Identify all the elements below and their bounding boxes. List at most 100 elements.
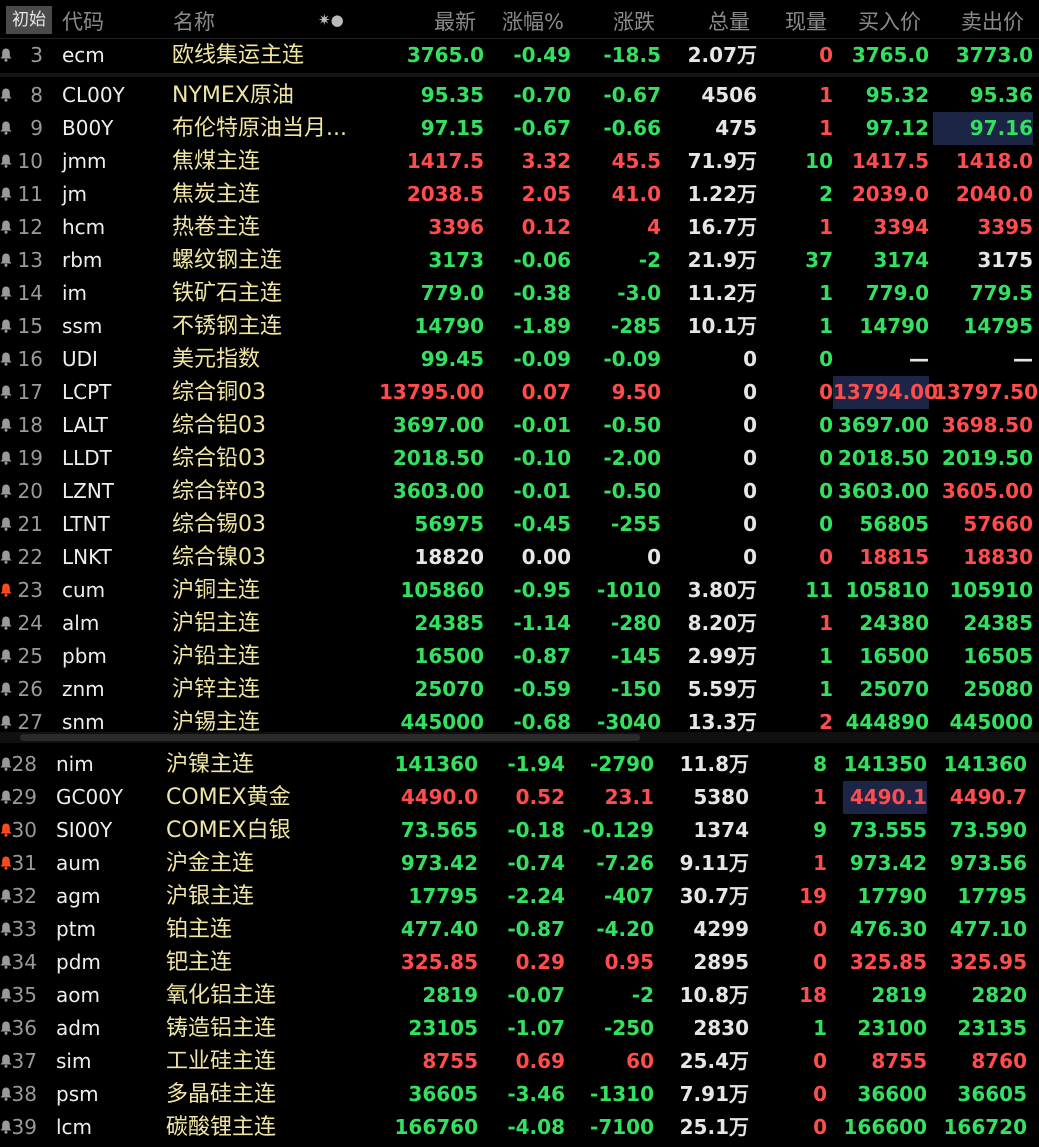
row-index: 31 [11,851,37,875]
table-row[interactable]: 33 ptm 铂主连 477.40 -0.87 -4.20 4299 0 476.30 477.1… [0,913,1039,946]
table-row[interactable]: 23 cum 沪铜主连 105860 -0.95 -1010 3.80万 11 105810 10… [0,574,1039,607]
table-row[interactable]: 12 hcm 热卷主连 3396 0.12 4 16.7万 1 3394 3395 [0,211,1039,244]
bell-icon[interactable] [0,220,12,234]
bell-icon[interactable] [0,418,12,432]
table-row[interactable]: 13 rbm 螺纹钢主连 3173 -0.06 -2 21.9万 37 3174 3175 [0,244,1039,277]
table-row[interactable]: 28 nim 沪镍主连 141360 -1.94 -2790 11.8万 8 141350 141… [0,748,1039,781]
col-chg-header[interactable]: 涨跌 [613,6,655,36]
bell-icon[interactable] [0,121,12,135]
bell-icon[interactable] [0,823,12,837]
bell-icon[interactable] [0,649,12,663]
bell-icon[interactable] [0,955,12,969]
bell-icon[interactable] [0,715,12,729]
table-row[interactable]: 10 jmm 焦煤主连 1417.5 3.32 45.5 71.9万 10 1417.5 1418… [0,145,1039,178]
bell-icon[interactable] [0,1021,12,1035]
bell-icon[interactable] [0,889,12,903]
table-row[interactable]: 11 jm 焦炭主连 2038.5 2.05 41.0 1.22万 2 2039.0 2040.0 [0,178,1039,211]
col-code-header[interactable]: 代码 [62,6,104,36]
table-row[interactable]: 30 SI00Y COMEX白银 73.565 -0.18 -0.129 1374 9 73.5… [0,814,1039,847]
row-index: 26 [17,677,43,701]
table-row[interactable]: 35 aom 氧化铝主连 2819 -0.07 -2 10.8万 18 2819 2820 [0,979,1039,1012]
bell-icon[interactable] [0,319,12,333]
table-row[interactable]: 38 psm 多晶硅主连 36605 -3.46 -1310 7.91万 0 36600 3660… [0,1078,1039,1111]
table-row[interactable]: 36 adm 铸造铝主连 23105 -1.07 -250 2830 1 23100 23135 [0,1012,1039,1045]
table-row[interactable]: 22 LNKT 综合镍03 18820 0.00 0 0 0 18815 18830 [0,541,1039,574]
table-row[interactable]: 24 alm 沪铝主连 24385 -1.14 -280 8.20万 1 24380 24385 [0,607,1039,640]
col-now-header[interactable]: 现量 [785,6,827,36]
bid-price: 36600 [857,1082,927,1106]
horizontal-scrollbar[interactable] [0,732,1039,743]
quote-table-lower: 28 nim 沪镍主连 141360 -1.94 -2790 11.8万 8 141350 141… [0,743,1039,1147]
bell-icon[interactable] [0,856,12,870]
table-row[interactable]: 15 ssm 不锈钢主连 14790 -1.89 -285 10.1万 1 14790 14795 [0,310,1039,343]
bell-icon[interactable] [0,253,12,267]
table-row[interactable]: 29 GC00Y COMEX黄金 4490.0 0.52 23.1 5380 1 4490.1 4… [0,781,1039,814]
bell-icon[interactable] [0,790,12,804]
table-row[interactable]: 21 LTNT 综合锡03 56975 -0.45 -255 0 0 56805 57660 [0,508,1039,541]
table-row[interactable]: 9 B00Y 布伦特原油当月... 97.15 -0.67 -0.66 475 1 97.12 9… [0,112,1039,145]
table-row[interactable]: 8 CL00Y NYMEX原油 95.35 -0.70 -0.67 4506 1 95.32 95… [0,79,1039,112]
ask-price: 477.10 [949,917,1027,941]
symbol-code: LLDT [62,446,112,470]
change-percent: -0.87 [507,917,565,941]
ask-price: 2820 [971,983,1027,1007]
row-index: 18 [17,413,43,437]
bell-icon[interactable] [0,352,12,366]
bell-icon[interactable] [0,286,12,300]
table-row[interactable]: 32 agm 沪银主连 17795 -2.24 -407 30.7万 19 17790 17795 [0,880,1039,913]
bell-icon[interactable] [0,616,12,630]
table-row[interactable]: 25 pbm 沪铅主连 16500 -0.87 -145 2.99万 1 16500 16505 [0,640,1039,673]
bell-icon[interactable] [0,988,12,1002]
bell-icon[interactable] [0,1120,12,1134]
init-button[interactable]: 初始 [6,6,52,34]
bell-icon[interactable] [0,1087,12,1101]
table-row[interactable]: 3 ecm 欧线集运主连 3765.0 -0.49 -18.5 2.07万 0 3765.0 37… [0,39,1039,72]
total-volume: 8.20万 [687,611,757,635]
last-price: 105860 [400,578,485,602]
col-pct-header[interactable]: 涨幅% [502,6,564,36]
col-ask-header[interactable]: 卖出价 [961,6,1024,36]
col-vol-header[interactable]: 总量 [708,6,750,36]
current-volume: 10 [805,149,833,173]
table-row[interactable]: 37 sim 工业硅主连 8755 0.69 60 25.4万 0 8755 8760 [0,1045,1039,1078]
bid-price: 476.30 [849,917,927,941]
bell-icon[interactable] [0,550,12,564]
bell-icon[interactable] [0,48,12,62]
bell-column-icon[interactable]: ✷● [318,11,344,29]
change-amount: -2.00 [603,446,661,470]
col-last-header[interactable]: 最新 [434,6,476,36]
table-row[interactable]: 39 lcm 碳酸锂主连 166760 -4.08 -7100 25.1万 0 166600 16… [0,1111,1039,1144]
last-price: 3697.00 [392,413,484,437]
bell-icon[interactable] [0,187,12,201]
bell-icon[interactable] [0,517,12,531]
bell-icon[interactable] [0,757,12,771]
bell-icon[interactable] [0,385,12,399]
total-volume: 25.4万 [679,1049,749,1073]
symbol-code: cum [62,578,106,602]
bell-icon[interactable] [0,484,12,498]
table-row[interactable]: 14 im 铁矿石主连 779.0 -0.38 -3.0 11.2万 1 779.0 779.5 [0,277,1039,310]
table-row[interactable]: 20 LZNT 综合锌03 3603.00 -0.01 -0.50 0 0 3603.00 360… [0,475,1039,508]
col-name-header[interactable]: 名称 [173,6,215,36]
bell-icon[interactable] [0,1054,12,1068]
row-index: 8 [30,83,43,107]
table-row[interactable]: 34 pdm 钯主连 325.85 0.29 0.95 2895 0 325.85 325.95 [0,946,1039,979]
scrollbar-thumb[interactable] [20,734,640,741]
change-percent: -0.49 [513,43,571,67]
bell-icon[interactable] [0,88,12,102]
table-row[interactable]: 16 UDI 美元指数 99.45 -0.09 -0.09 0 0 — — [0,343,1039,376]
bell-icon[interactable] [0,682,12,696]
bell-icon[interactable] [0,451,12,465]
table-row[interactable]: 26 znm 沪锌主连 25070 -0.59 -150 5.59万 1 25070 25080 [0,673,1039,706]
col-bid-header[interactable]: 买入价 [858,6,921,36]
bell-icon[interactable] [0,922,12,936]
ask-price: 779.5 [969,281,1033,305]
row-index: 32 [11,884,37,908]
bell-icon[interactable] [0,583,12,597]
table-row[interactable]: 31 aum 沪金主连 973.42 -0.74 -7.26 9.11万 1 973.42 973… [0,847,1039,880]
table-row[interactable]: 19 LLDT 综合铅03 2018.50 -0.10 -2.00 0 0 2018.50 201… [0,442,1039,475]
table-row[interactable]: 18 LALT 综合铝03 3697.00 -0.01 -0.50 0 0 3697.00 369… [0,409,1039,442]
bell-icon[interactable] [0,154,12,168]
table-row[interactable]: 17 LCPT 综合铜03 13795.00 0.07 9.50 0 0 13794.00 137… [0,376,1039,409]
current-volume: 0 [819,512,833,536]
